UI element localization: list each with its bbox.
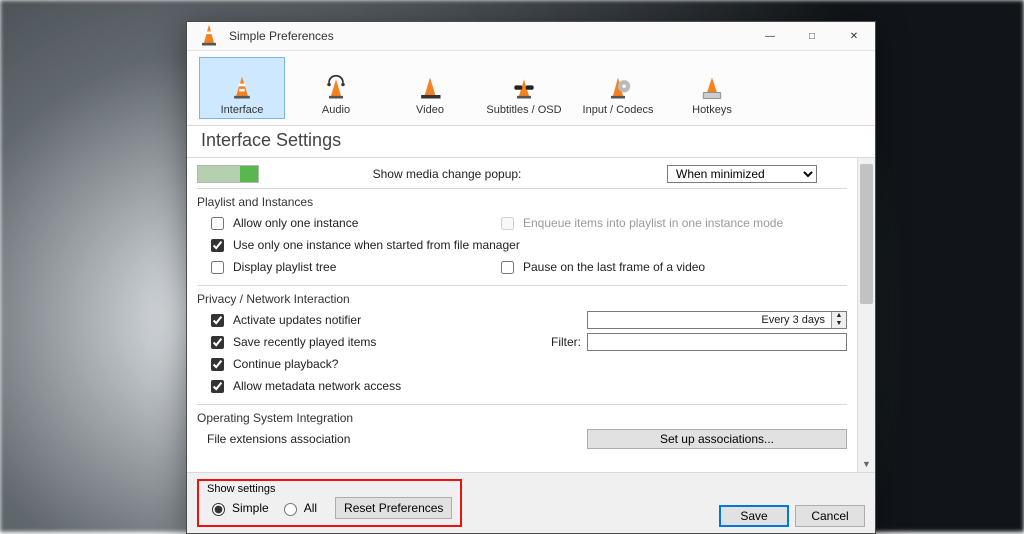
category-toolbar: Interface Audio Video Subtitles / OSD In… — [187, 51, 875, 126]
cone-disc-icon — [602, 72, 634, 104]
group-os-title: Operating System Integration — [197, 404, 847, 425]
close-button[interactable]: ✕ — [833, 22, 875, 50]
cone-keyboard-icon — [696, 72, 728, 104]
media-popup-select[interactable]: When minimized — [667, 165, 817, 183]
cone-film-icon — [414, 72, 446, 104]
setup-associations-button[interactable]: Set up associations... — [587, 429, 847, 449]
show-all-radio[interactable]: All — [279, 500, 317, 516]
category-label: Hotkeys — [692, 104, 732, 116]
enqueue-checkbox: Enqueue items into playlist in one insta… — [497, 214, 847, 233]
category-hotkeys[interactable]: Hotkeys — [669, 57, 755, 119]
spin-down-icon[interactable]: ▼ — [832, 320, 846, 328]
category-interface[interactable]: Interface — [199, 57, 285, 119]
pause-last-frame-checkbox[interactable]: Pause on the last frame of a video — [497, 258, 847, 277]
scrollbar-thumb[interactable] — [860, 164, 873, 304]
scroll-down-icon[interactable]: ▼ — [858, 455, 875, 472]
group-privacy-title: Privacy / Network Interaction — [197, 285, 847, 306]
continue-playback-checkbox[interactable]: Continue playback? — [207, 355, 338, 374]
cone-headphones-icon — [320, 72, 352, 104]
category-label: Video — [416, 104, 444, 116]
maximize-button[interactable]: □ — [791, 22, 833, 50]
metadata-access-checkbox[interactable]: Allow metadata network access — [207, 377, 401, 396]
category-label: Audio — [322, 104, 350, 116]
cone-icon — [226, 72, 258, 104]
activate-updates-checkbox[interactable]: Activate updates notifier — [207, 311, 497, 330]
reset-preferences-button[interactable]: Reset Preferences — [335, 497, 452, 519]
app-icon — [195, 21, 223, 52]
window-title: Simple Preferences — [229, 29, 334, 43]
footer: Show settings Simple All Reset Preferenc… — [187, 472, 875, 533]
filter-input[interactable] — [587, 333, 847, 351]
allow-one-instance-checkbox[interactable]: Allow only one instance — [207, 214, 497, 233]
media-popup-label: Show media change popup: — [373, 167, 522, 181]
cancel-button[interactable]: Cancel — [795, 505, 865, 527]
cone-glasses-icon — [508, 72, 540, 104]
category-label: Subtitles / OSD — [486, 104, 561, 116]
group-playlist-title: Playlist and Instances — [197, 188, 847, 209]
vertical-scrollbar[interactable]: ▲ ▼ — [857, 158, 875, 472]
update-frequency-spinner[interactable]: Every 3 days ▲▼ — [587, 311, 847, 329]
category-label: Interface — [221, 104, 264, 116]
category-audio[interactable]: Audio — [293, 57, 379, 119]
settings-scroll: Show media change popup: When minimized … — [187, 158, 875, 472]
filter-label: Filter: — [551, 335, 581, 349]
show-simple-radio[interactable]: Simple — [207, 500, 269, 516]
file-assoc-label: File extensions association — [207, 432, 350, 446]
minimize-button[interactable]: — — [749, 22, 791, 50]
preferences-window: Simple Preferences — □ ✕ Interface Audio… — [186, 21, 876, 534]
save-recent-checkbox[interactable]: Save recently played items — [207, 333, 497, 352]
one-instance-fm-checkbox[interactable]: Use only one instance when started from … — [207, 236, 520, 255]
show-settings-box: Show settings Simple All Reset Preferenc… — [197, 479, 462, 527]
titlebar: Simple Preferences — □ ✕ — [187, 22, 875, 51]
display-playlist-tree-checkbox[interactable]: Display playlist tree — [207, 258, 497, 277]
category-codecs[interactable]: Input / Codecs — [575, 57, 661, 119]
category-subtitles[interactable]: Subtitles / OSD — [481, 57, 567, 119]
show-settings-title: Show settings — [207, 483, 452, 495]
page-title: Interface Settings — [187, 126, 875, 158]
save-button[interactable]: Save — [719, 505, 789, 527]
category-label: Input / Codecs — [583, 104, 654, 116]
spin-up-icon[interactable]: ▲ — [832, 312, 846, 320]
category-video[interactable]: Video — [387, 57, 473, 119]
